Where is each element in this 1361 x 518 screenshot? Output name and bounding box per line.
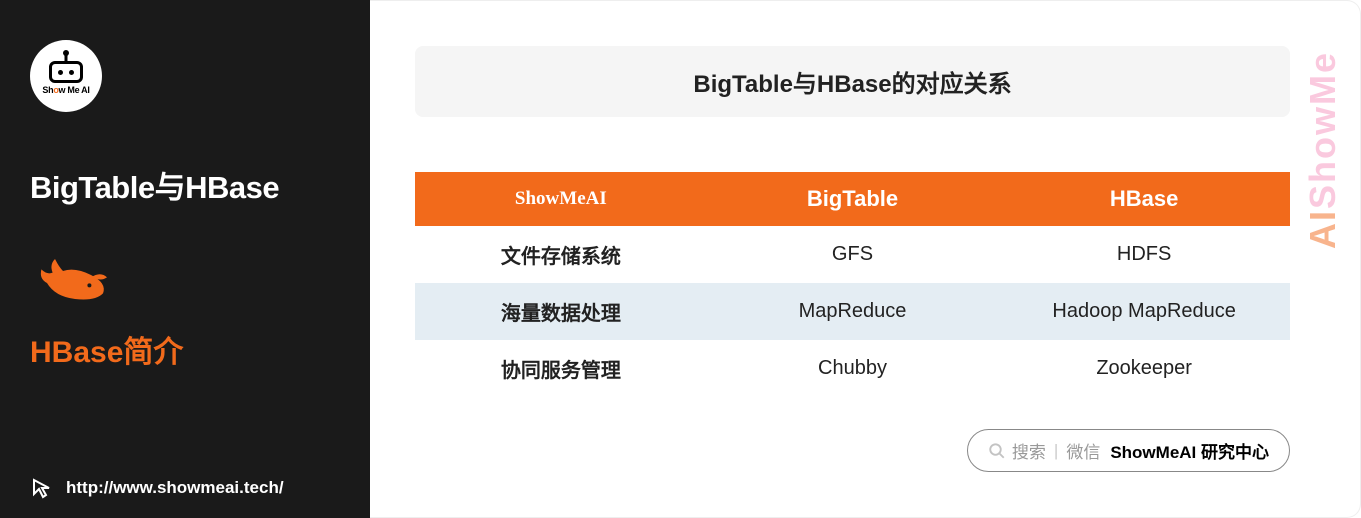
watermark: AIShowMe — [1302, 51, 1344, 249]
table-header-row: ShowMeAI BigTable HBase — [415, 172, 1290, 226]
table-cell: MapReduce — [707, 283, 999, 340]
table-cell: 协同服务管理 — [415, 340, 707, 397]
search-brand: ShowMeAI 研究中心 — [1110, 438, 1269, 463]
footer-url: http://www.showmeai.tech/ — [66, 478, 284, 498]
table-header: HBase — [998, 172, 1290, 226]
table-header: ShowMeAI — [415, 172, 707, 226]
table-cell: Hadoop MapReduce — [998, 283, 1290, 340]
comparison-table: ShowMeAI BigTable HBase 文件存储系统 GFS HDFS … — [415, 172, 1290, 397]
table-row: 协同服务管理 Chubby Zookeeper — [415, 340, 1290, 397]
sidebar-footer: http://www.showmeai.tech/ — [30, 476, 284, 500]
table-row: 海量数据处理 MapReduce Hadoop MapReduce — [415, 283, 1290, 340]
search-icon — [988, 442, 1006, 460]
main-content: AIShowMe BigTable与HBase的对应关系 ShowMeAI Bi… — [370, 0, 1361, 518]
table-header: BigTable — [707, 172, 999, 226]
table-cell: GFS — [707, 226, 999, 283]
table-cell: Chubby — [707, 340, 999, 397]
sidebar-title: BigTable与HBase — [30, 162, 340, 207]
page-title: BigTable与HBase的对应关系 — [415, 46, 1290, 117]
table-cell: HDFS — [998, 226, 1290, 283]
table-cell: Zookeeper — [998, 340, 1290, 397]
divider: | — [1054, 441, 1058, 461]
table-cell: 海量数据处理 — [415, 283, 707, 340]
sidebar-subtitle: HBase简介 — [30, 327, 340, 371]
search-pill: 搜索 | 微信 ShowMeAI 研究中心 — [967, 429, 1290, 472]
sidebar: Show Me AI BigTable与HBase HBase简介 http:/… — [0, 0, 370, 518]
whale-icon — [35, 247, 115, 307]
logo-text: Show Me AI — [42, 85, 89, 95]
table-cell: 文件存储系统 — [415, 226, 707, 283]
table-row: 文件存储系统 GFS HDFS — [415, 226, 1290, 283]
search-label-1: 搜索 — [1012, 438, 1046, 463]
logo: Show Me AI — [30, 40, 102, 112]
search-label-2: 微信 — [1066, 438, 1100, 463]
robot-icon — [49, 61, 83, 83]
cursor-icon — [30, 476, 54, 500]
